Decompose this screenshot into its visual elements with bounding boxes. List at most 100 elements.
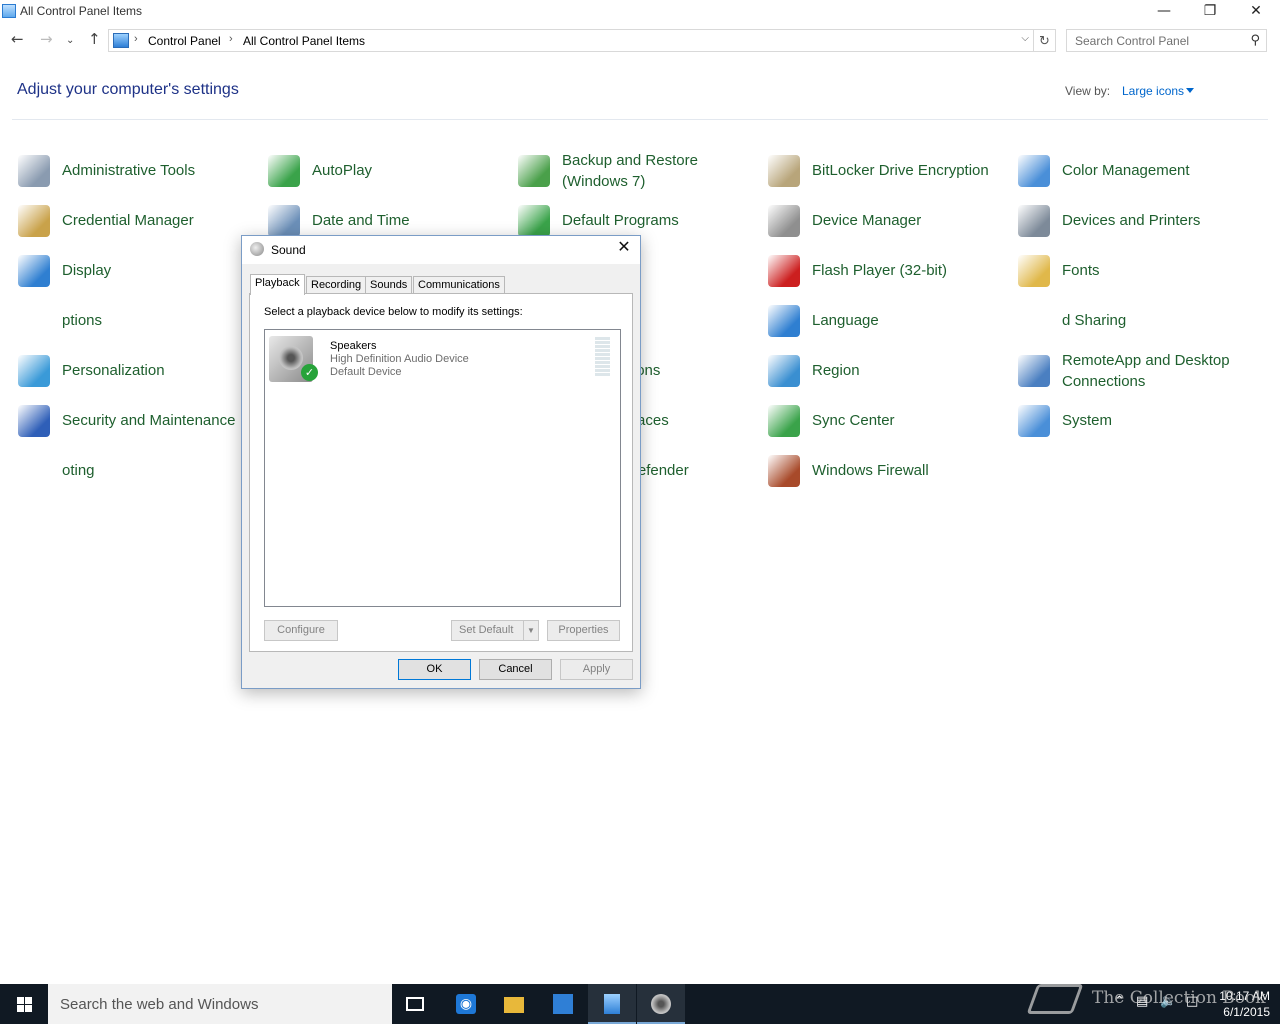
cp-item-icon	[1018, 155, 1050, 187]
cp-item-icon	[768, 255, 800, 287]
back-arrow-icon[interactable]: ←	[11, 30, 24, 48]
cp-item-remoteapp-and-desktop-connections[interactable]: RemoteApp and Desktop Connections	[1018, 352, 1258, 399]
cp-item-icon	[18, 405, 50, 437]
taskbar-search-input[interactable]: Search the web and Windows	[48, 984, 392, 1024]
cp-item-security-and-maintenance[interactable]: Security and Maintenance	[18, 405, 258, 449]
recent-locations-chevron-icon[interactable]: ⌄	[66, 35, 74, 46]
chevron-down-icon[interactable]	[1186, 88, 1194, 93]
properties-button[interactable]: Properties	[547, 620, 620, 641]
cp-item-personalization[interactable]: Personalization	[18, 355, 258, 399]
cp-item-bitlocker-drive-encryption[interactable]: BitLocker Drive Encryption	[768, 155, 1008, 199]
playback-panel: Select a playback device below to modify…	[249, 293, 633, 652]
cp-item-administrative-tools[interactable]: Administrative Tools	[18, 155, 258, 199]
breadcrumb-all-items[interactable]: All Control Panel Items	[243, 34, 365, 48]
refresh-icon[interactable]: ↻	[1034, 29, 1056, 52]
cp-item-label: Region	[812, 362, 860, 379]
cp-item-label: Windows Firewall	[812, 462, 929, 479]
cp-item-credential-manager[interactable]: Credential Manager	[18, 205, 258, 249]
cp-item-label: Backup and Restore (Windows 7)	[562, 152, 698, 190]
cp-item-icon	[1018, 355, 1050, 387]
taskbar-file-explorer[interactable]	[490, 984, 538, 1024]
set-default-button[interactable]: Set Default	[451, 620, 525, 641]
cp-item-oting[interactable]: oting	[18, 455, 258, 499]
close-icon[interactable]: ✕	[608, 237, 640, 259]
tab-playback[interactable]: Playback	[250, 274, 305, 295]
breadcrumb-separator-icon: ›	[134, 33, 138, 45]
navigation-bar: ← → ⌄ ↑ › Control Panel › All Control Pa…	[0, 27, 1280, 55]
configure-button[interactable]: Configure	[264, 620, 338, 641]
cp-item-color-management[interactable]: Color Management	[1018, 155, 1258, 199]
cp-item-icon	[768, 155, 800, 187]
taskbar-control-panel[interactable]	[588, 984, 636, 1024]
window-titlebar: All Control Panel Items — ❐ ✕	[0, 0, 1280, 24]
cp-item-device-manager[interactable]: Device Manager	[768, 205, 1008, 249]
cp-item-fonts[interactable]: Fonts	[1018, 255, 1258, 299]
cp-item-label: Security and Maintenance	[62, 412, 236, 429]
ok-button[interactable]: OK	[398, 659, 471, 680]
cp-item-language[interactable]: Language	[768, 305, 1008, 349]
browser-icon: ◉	[456, 994, 476, 1014]
search-icon[interactable]: ⚲	[1250, 32, 1260, 48]
taskbar-sound[interactable]	[637, 984, 685, 1024]
cp-item-label: Flash Player (32-bit)	[812, 262, 948, 279]
cp-item-windows-firewall[interactable]: Windows Firewall	[768, 455, 1008, 499]
store-icon	[553, 994, 573, 1014]
cp-item-icon	[768, 305, 800, 337]
minimize-button[interactable]: —	[1141, 0, 1187, 24]
breadcrumb-control-panel[interactable]: Control Panel	[148, 34, 221, 48]
cancel-button[interactable]: Cancel	[479, 659, 552, 680]
cp-item-system[interactable]: System	[1018, 405, 1258, 449]
apply-button[interactable]: Apply	[560, 659, 633, 680]
taskbar-search-placeholder: Search the web and Windows	[60, 996, 259, 1013]
forward-arrow-icon[interactable]: →	[40, 30, 53, 48]
search-input[interactable]: Search Control Panel ⚲	[1066, 29, 1267, 52]
cp-item-label: Administrative Tools	[62, 162, 196, 179]
cp-item-icon	[518, 205, 550, 237]
control-panel-icon	[113, 33, 129, 48]
task-view-button[interactable]	[392, 984, 440, 1024]
dialog-title: Sound	[271, 243, 306, 257]
tab-sounds[interactable]: Sounds	[365, 276, 413, 294]
cp-item-icon	[268, 205, 300, 237]
address-bar[interactable]: › Control Panel › All Control Panel Item…	[108, 29, 1034, 52]
control-panel-icon	[2, 4, 16, 18]
tab-recording[interactable]: Recording	[306, 276, 367, 294]
view-by-dropdown[interactable]: Large icons	[1122, 84, 1184, 98]
cp-item-label: Sync Center	[812, 412, 895, 429]
taskbar-store[interactable]	[539, 984, 587, 1024]
set-default-dropdown-icon[interactable]: ▼	[523, 620, 539, 641]
close-window-button[interactable]: ✕	[1233, 0, 1279, 24]
cp-item-sync-center[interactable]: Sync Center	[768, 405, 1008, 449]
cp-item-label: Color Management	[1062, 162, 1190, 179]
up-arrow-icon[interactable]: ↑	[88, 30, 101, 48]
cp-item-icon	[1018, 255, 1050, 287]
cp-item-icon	[768, 405, 800, 437]
cp-item-icon	[18, 355, 50, 387]
cp-item-icon	[768, 455, 800, 487]
start-button[interactable]	[0, 984, 48, 1024]
cp-item-region[interactable]: Region	[768, 355, 1008, 399]
cp-item-autoplay[interactable]: AutoPlay	[268, 155, 508, 199]
cp-item-ptions[interactable]: ptions	[18, 305, 258, 349]
cp-item-label: ptions	[62, 312, 103, 329]
cp-item-devices-and-printers[interactable]: Devices and Printers	[1018, 205, 1258, 249]
cp-item-label: Personalization	[62, 362, 165, 379]
cp-item-icon	[518, 155, 550, 187]
page-heading: Adjust your computer's settings	[17, 81, 239, 98]
tab-communications[interactable]: Communications	[413, 276, 505, 294]
address-dropdown-icon[interactable]: ⌵	[1021, 33, 1029, 44]
playback-device-list[interactable]: ✓ Speakers High Definition Audio Device …	[264, 329, 621, 607]
folder-icon	[504, 997, 524, 1013]
cp-item-icon	[18, 255, 50, 287]
playback-instruction: Select a playback device below to modify…	[264, 306, 523, 318]
cp-item-label: Default Programs	[562, 212, 679, 229]
window-title: All Control Panel Items	[20, 4, 143, 18]
cp-item-display[interactable]: Display	[18, 255, 258, 299]
taskbar-edge[interactable]: ◉	[442, 984, 490, 1024]
cp-item-flash-player-32-bit[interactable]: Flash Player (32-bit)	[768, 255, 1008, 299]
header-divider	[12, 119, 1268, 120]
cp-item-d-sharing[interactable]: d Sharing	[1018, 305, 1258, 349]
cp-item-backup-and-restore-windows-7[interactable]: Backup and Restore (Windows 7)	[518, 152, 758, 199]
sound-dialog: Sound ✕ Playback Recording Sounds Commun…	[241, 235, 641, 689]
restore-button[interactable]: ❐	[1187, 0, 1233, 24]
